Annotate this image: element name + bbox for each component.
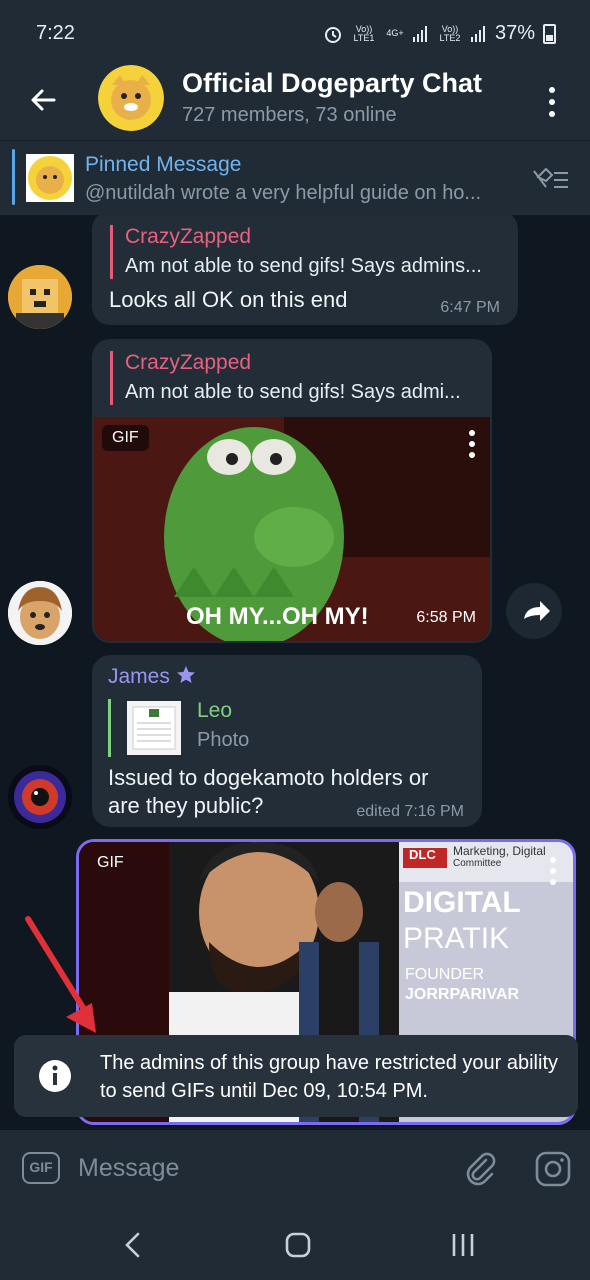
more-vertical-icon[interactable] <box>468 429 476 459</box>
avatar[interactable] <box>8 765 72 829</box>
gif-caption: OH MY...OH MY! <box>186 603 369 630</box>
gif-media[interactable]: GIF OH MY...OH MY! 6:58 PM <box>94 417 490 641</box>
message-bubble[interactable]: CrazyZapped Am not able to send gifs! Sa… <box>92 215 518 325</box>
info-icon <box>39 1060 71 1092</box>
member-count: 727 members, 73 online <box>182 104 397 126</box>
sender-name: James <box>108 665 196 689</box>
system-nav-bar <box>0 1206 590 1280</box>
status-icons: Vo)) LTE1 4G+ Vo)) LTE2 37% <box>323 22 556 45</box>
signal-icon-2 <box>470 25 487 42</box>
alarm-icon <box>324 26 341 43</box>
pinned-message-bar[interactable]: Pinned Message @nutildah wrote a very he… <box>0 140 590 215</box>
reply-text: Am not able to send gifs! Says admins... <box>125 255 482 277</box>
banner-brand: DLC <box>409 847 436 862</box>
clock: 7:22 <box>36 22 75 44</box>
banner-line2: PRATIK <box>403 922 510 955</box>
pinned-indicator <box>12 149 15 205</box>
reply-preview[interactable]: CrazyZapped Am not able to send gifs! Sa… <box>110 225 482 279</box>
unpin-icon[interactable] <box>530 165 572 193</box>
more-vertical-icon[interactable] <box>549 856 557 886</box>
pinned-title: Pinned Message <box>85 153 242 176</box>
more-vertical-icon[interactable] <box>542 82 562 122</box>
sender-label: James <box>108 665 170 688</box>
gif-badge: GIF <box>102 425 149 451</box>
message-time: 6:58 PM <box>416 609 476 626</box>
annotation-arrow <box>25 916 96 1033</box>
attach-icon[interactable] <box>462 1150 498 1186</box>
avatar[interactable] <box>8 581 72 645</box>
reply-sender: Leo <box>197 699 233 722</box>
message-list[interactable]: CrazyZapped Am not able to send gifs! Sa… <box>0 215 590 1130</box>
reply-thumbnail <box>127 701 181 755</box>
battery-level: 37% <box>494 22 535 44</box>
group-avatar[interactable] <box>98 65 164 131</box>
chat-title[interactable]: Official Dogeparty Chat <box>182 68 482 99</box>
banner-line1: DIGITAL <box>403 886 521 919</box>
chat-header: Official Dogeparty Chat 727 members, 73 … <box>0 64 590 140</box>
pinned-text: @nutildah wrote a very helpful guide on … <box>85 182 482 204</box>
network-label: 4G+ <box>386 28 404 38</box>
status-bar: 7:22 Vo)) LTE1 4G+ Vo)) LTE2 37% <box>0 0 590 64</box>
banner-line3: FOUNDER <box>405 966 485 983</box>
nav-recents-icon[interactable] <box>448 1230 478 1260</box>
reply-preview[interactable]: Leo Photo <box>108 699 249 757</box>
gif-badge: GIF <box>97 854 124 871</box>
pinned-thumbnail <box>26 154 74 202</box>
message-text-line1: Issued to dogekamoto holders or <box>108 765 429 790</box>
reply-sender: CrazyZapped <box>125 225 252 248</box>
restriction-toast: The admins of this group have restricted… <box>14 1035 578 1117</box>
reply-preview[interactable]: CrazyZapped Am not able to send gifs! Sa… <box>110 351 461 405</box>
reply-text: Photo <box>197 729 250 751</box>
message-time: edited 7:16 PM <box>356 803 464 820</box>
sim1-label: Vo)) LTE1 <box>353 23 375 43</box>
message-text: Looks all OK on this end <box>109 287 348 312</box>
gif-button[interactable]: GIF <box>22 1152 60 1184</box>
share-icon[interactable] <box>506 583 562 639</box>
message-composer: GIF Message <box>0 1130 590 1206</box>
message-time: 6:47 PM <box>440 299 500 316</box>
toast-message: The admins of this group have restricted… <box>100 1052 558 1102</box>
star-icon <box>176 666 195 683</box>
reply-sender: CrazyZapped <box>125 351 252 374</box>
reply-text: Am not able to send gifs! Says admi... <box>125 381 461 403</box>
signal-icon <box>412 25 429 42</box>
banner-title: Marketing, Digital <box>453 844 546 858</box>
instagram-camera-icon[interactable] <box>534 1150 572 1188</box>
message-bubble[interactable]: James Leo Photo Issued to dogekamoto hol… <box>92 655 482 827</box>
nav-home-icon[interactable] <box>283 1230 313 1260</box>
sim2-label: Vo)) LTE2 <box>439 23 461 43</box>
back-arrow-icon[interactable] <box>24 80 64 120</box>
banner-line4: JORRPARIVAR <box>405 986 520 1003</box>
nav-back-icon[interactable] <box>118 1230 148 1260</box>
message-bubble-gif[interactable]: CrazyZapped Am not able to send gifs! Sa… <box>92 339 492 643</box>
banner-subtitle: Committee <box>453 858 502 869</box>
gif-button-label: GIF <box>29 1159 53 1175</box>
battery-icon <box>543 23 556 44</box>
message-text-line2: are they public? <box>108 793 264 818</box>
message-input[interactable]: Message <box>78 1154 179 1183</box>
avatar[interactable] <box>8 265 72 329</box>
